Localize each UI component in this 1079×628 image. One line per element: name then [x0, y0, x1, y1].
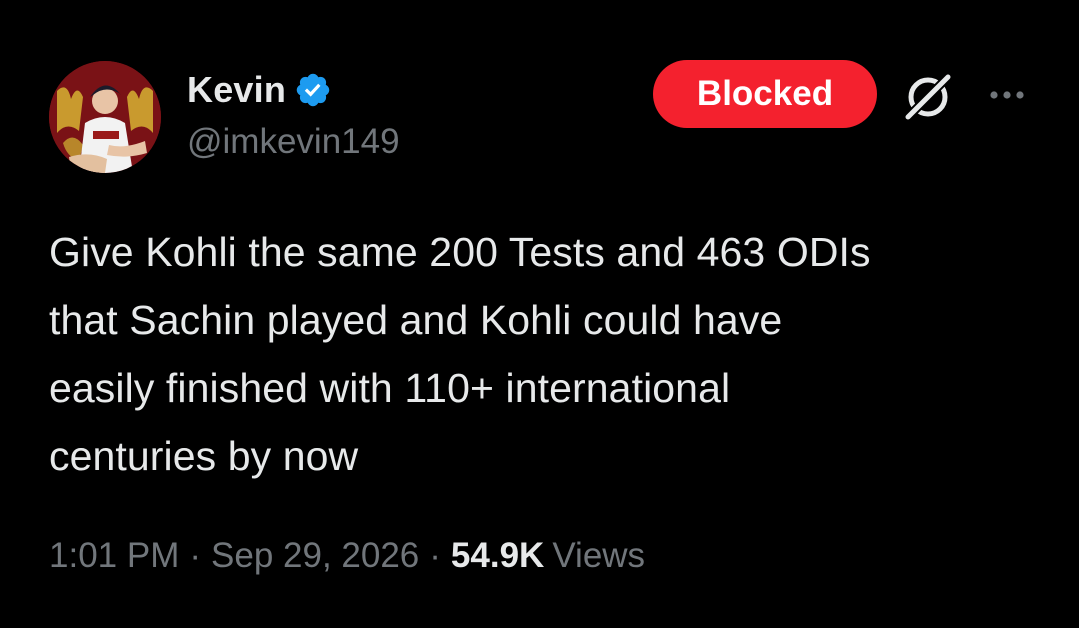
- more-options-icon[interactable]: [985, 80, 1029, 110]
- blocked-button[interactable]: Blocked: [653, 60, 877, 128]
- avatar[interactable]: [49, 61, 161, 173]
- meta-separator: ·: [429, 536, 441, 575]
- verified-badge-icon[interactable]: [294, 71, 332, 109]
- tweet-text: Give Kohli the same 200 Tests and 463 OD…: [49, 229, 871, 479]
- avatar-image: [49, 61, 161, 173]
- author-display-name[interactable]: Kevin: [187, 69, 286, 111]
- views-count: 54.9K: [450, 536, 545, 575]
- tweet-date[interactable]: Sep 29, 2026: [211, 536, 419, 575]
- tweet-time[interactable]: 1:01 PM: [49, 536, 179, 575]
- grok-icon[interactable]: [899, 66, 959, 126]
- views-label: Views: [552, 536, 646, 575]
- tweet-card: Kevin @imkevin149 Blocked Give Kohli the…: [0, 0, 1079, 628]
- meta-separator: ·: [189, 536, 202, 575]
- author-name-row[interactable]: Kevin: [187, 66, 332, 114]
- tweet-metadata: 1:01 PM · Sep 29, 2026 · 54.9K Views: [49, 536, 645, 576]
- author-handle[interactable]: @imkevin149: [187, 122, 400, 162]
